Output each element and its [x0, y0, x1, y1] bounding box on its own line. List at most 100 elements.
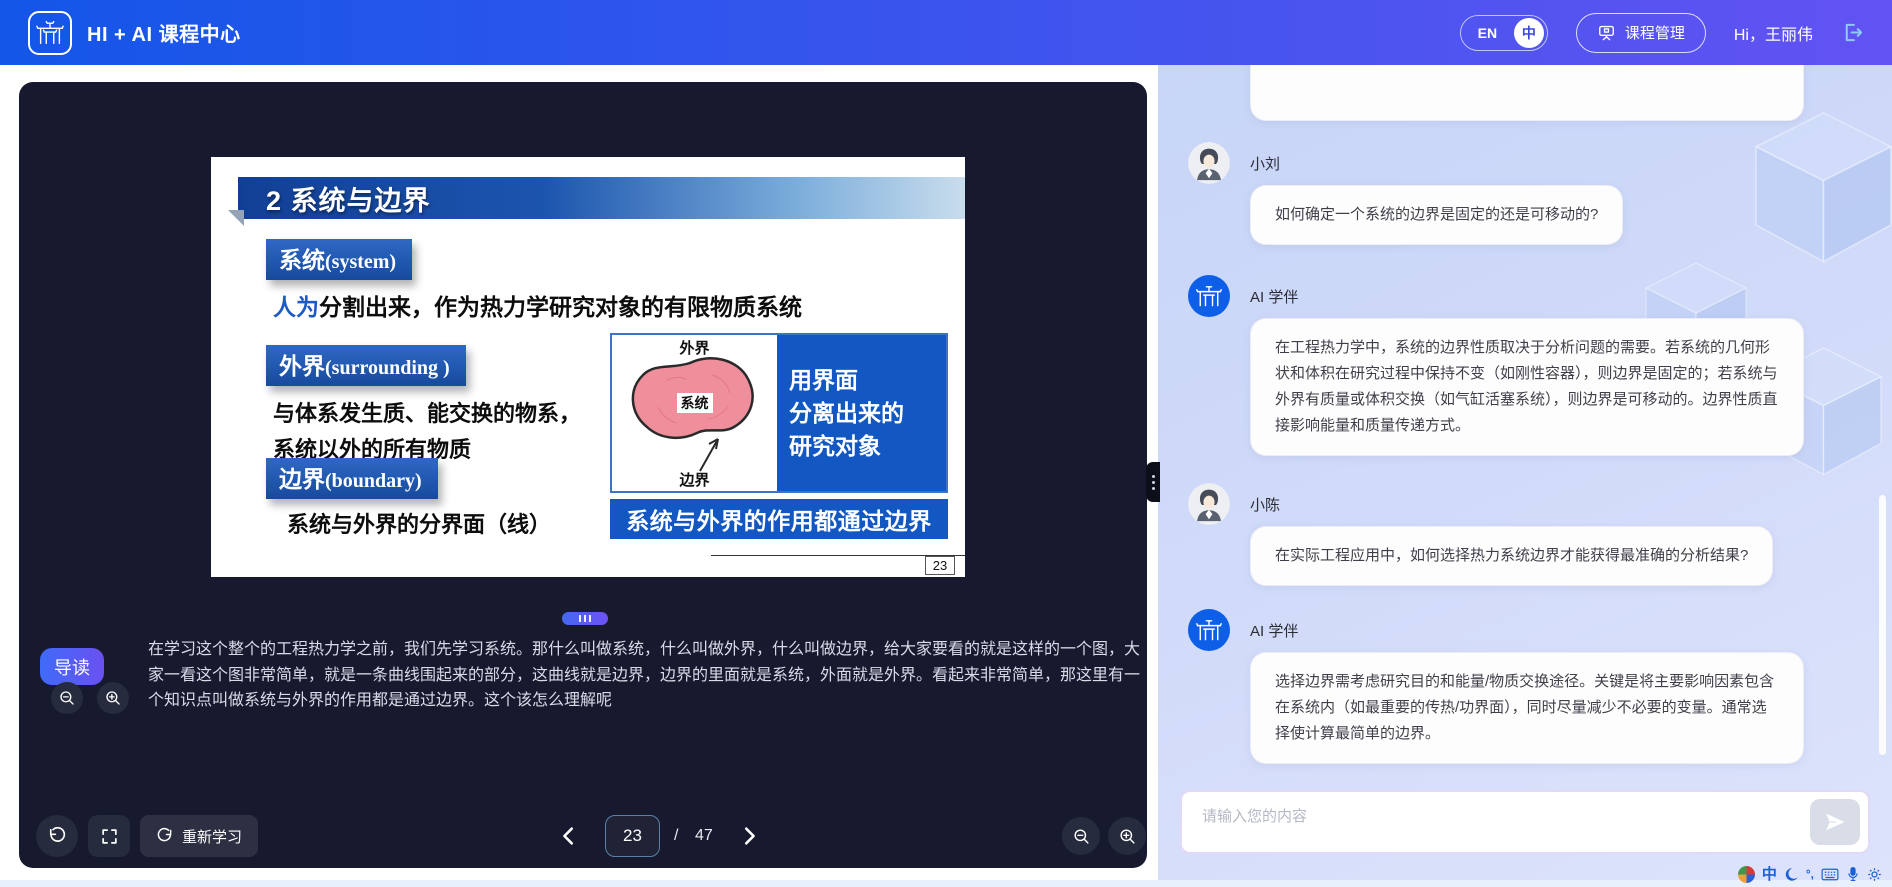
page-separator: /	[674, 827, 678, 845]
author-name: AI 学伴	[1250, 275, 1848, 307]
chat-message: 小刘 如何确定一个系统的边界是固定的还是可移动的?	[1188, 142, 1848, 245]
magnifier-minus-icon	[1072, 827, 1091, 846]
slide-title: 2 系统与边界	[266, 179, 431, 218]
message-bubble: 在实际工程应用中，如何选择热力系统边界才能获得最准确的分析结果?	[1250, 526, 1773, 586]
message-bubble: 在工程热力学中，系统的边界性质取决于分析问题的需要。若系统的几何形状和体积在研究…	[1250, 318, 1804, 456]
term-label-zh: 系统	[279, 241, 325, 275]
message-text: 如何确定一个系统的边界是固定的还是可移动的?	[1275, 206, 1598, 223]
user-avatar	[1188, 483, 1230, 525]
side-panel-line: 分离出来的	[789, 397, 946, 430]
undo-icon	[47, 826, 67, 846]
send-button[interactable]	[1810, 799, 1860, 845]
paper-plane-icon	[1824, 811, 1846, 833]
presentation-board-icon	[1597, 23, 1616, 42]
collapse-handle[interactable]	[1146, 462, 1160, 502]
definition-highlight: 人为	[273, 294, 319, 320]
fullscreen-button[interactable]	[88, 815, 130, 857]
definition-line: 与体系发生质、能交换的物系，	[273, 396, 581, 432]
author-name: AI 学伴	[1250, 609, 1848, 641]
guide-badge: 导读	[40, 648, 104, 685]
page: HI + AI 课程中心 EN 中 课程管理 Hi，王丽伟	[0, 0, 1892, 887]
logout-icon	[1841, 21, 1864, 44]
term-label-zh: 外界	[279, 347, 325, 381]
app-title: HI + AI 课程中心	[87, 18, 241, 47]
language-toggle[interactable]: EN 中	[1460, 15, 1548, 51]
next-page-button[interactable]	[735, 822, 763, 850]
course-manage-label: 课程管理	[1625, 22, 1685, 43]
term-box-surrounding: 外界(surrounding )	[266, 345, 466, 386]
microphone-icon[interactable]	[1846, 866, 1860, 882]
chat-message: AI 学伴 在工程热力学中，系统的边界性质取决于分析问题的需要。若系统的几何形状…	[1188, 275, 1848, 456]
chat-message: 小陈 在实际工程应用中，如何选择热力系统边界才能获得最准确的分析结果?	[1188, 483, 1848, 586]
punctuation-mode-icon[interactable]: °,	[1806, 867, 1814, 881]
diagram-outer-label: 外界	[612, 337, 777, 358]
settings-gear-icon[interactable]	[1867, 867, 1882, 882]
chevron-left-icon	[558, 825, 580, 847]
term-label-en: (boundary)	[325, 470, 422, 493]
system-diagram: 外界 系统 边界 用界面 分离出来的 研究对象	[610, 333, 948, 493]
logout-button[interactable]	[1841, 21, 1864, 44]
guide-zoom-out-button[interactable]	[51, 682, 83, 714]
term-label-en: (surrounding )	[325, 357, 450, 380]
message-bubble: 选择边界需考虑研究目的和能量/物质交换途径。关键是将主要影响因素包含在系统内（如…	[1250, 652, 1804, 764]
term-label-en: (system)	[325, 251, 396, 274]
keyboard-icon[interactable]	[1821, 867, 1839, 882]
term-box-system: 系统(system)	[266, 239, 412, 280]
message-bubble: 如何确定一个系统的边界是固定的还是可移动的?	[1250, 185, 1623, 245]
ai-avatar	[1188, 609, 1230, 651]
person-icon	[1188, 142, 1230, 184]
undo-button[interactable]	[36, 815, 78, 857]
fullscreen-icon	[100, 827, 119, 846]
term-label-zh: 边界	[279, 460, 325, 494]
diagram-side-panel: 用界面 分离出来的 研究对象	[777, 335, 946, 491]
header-bar: HI + AI 课程中心 EN 中 课程管理 Hi，王丽伟	[0, 0, 1892, 65]
user-avatar	[1188, 142, 1230, 184]
ime-toolbar: 中 °,	[1738, 864, 1882, 884]
message-bubble-partial	[1250, 65, 1804, 121]
magnifier-minus-icon	[58, 689, 76, 707]
guide-text: 在学习这个整个的工程热力学之前，我们先学习系统。那什么叫做系统，什么叫做外界，什…	[148, 637, 1146, 714]
chat-input[interactable]	[1188, 792, 1810, 852]
total-pages: 47	[695, 827, 713, 845]
viewer-panel: 2 系统与边界 系统(system) 人为分割出来，作为热力学研究对象的有限物质…	[19, 82, 1147, 868]
system-blob	[612, 335, 777, 491]
ime-language-indicator[interactable]: 中	[1762, 866, 1777, 883]
restart-label: 重新学习	[182, 826, 242, 847]
restart-button[interactable]: 重新学习	[140, 815, 258, 857]
author-name: 小陈	[1250, 483, 1848, 515]
message-text: 在实际工程应用中，如何选择热力系统边界才能获得最准确的分析结果?	[1275, 547, 1748, 564]
user-greeting: Hi，王丽伟	[1734, 21, 1813, 45]
guide-zoom-in-button[interactable]	[97, 682, 129, 714]
page-number-box[interactable]: 23	[605, 815, 660, 857]
definition-system: 人为分割出来，作为热力学研究对象的有限物质系统	[273, 288, 802, 322]
course-manage-button[interactable]: 课程管理	[1576, 13, 1706, 53]
definition-boundary: 系统与外界的分界面（线）	[287, 507, 551, 539]
header-right: EN 中 课程管理 Hi，王丽伟	[1460, 13, 1864, 53]
side-panel-line: 研究对象	[789, 430, 946, 463]
ime-logo-icon[interactable]	[1738, 866, 1755, 883]
guide-handle[interactable]	[562, 612, 608, 625]
magnifier-plus-icon	[104, 689, 122, 707]
chat-message: AI 学伴 选择边界需考虑研究目的和能量/物质交换途径。关键是将主要影响因素包含…	[1188, 609, 1848, 764]
lang-en-option[interactable]: EN	[1461, 25, 1514, 41]
diagram-boundary-label: 边界	[612, 469, 777, 490]
lang-zh-option[interactable]: 中	[1514, 18, 1544, 48]
slide: 2 系统与边界 系统(system) 人为分割出来，作为热力学研究对象的有限物质…	[211, 157, 965, 577]
zoom-out-button[interactable]	[1062, 817, 1100, 855]
slide-page-number: 23	[925, 556, 955, 575]
restart-icon	[156, 827, 174, 845]
app-logo	[28, 11, 72, 55]
definition-rest: 分割出来，作为热力学研究对象的有限物质系统	[319, 294, 802, 320]
message-text: 在工程热力学中，系统的边界性质取决于分析问题的需要。若系统的几何形状和体积在研究…	[1275, 339, 1778, 434]
gate-icon	[1195, 282, 1223, 310]
prev-page-button[interactable]	[555, 822, 583, 850]
gate-icon	[1195, 616, 1223, 644]
side-panel-line: 用界面	[789, 364, 946, 397]
moon-icon[interactable]	[1784, 867, 1799, 882]
author-name: 小刘	[1250, 142, 1848, 174]
gate-icon	[35, 18, 65, 48]
zoom-in-button[interactable]	[1108, 817, 1146, 855]
chat-scrollbar[interactable]	[1879, 495, 1886, 755]
term-box-boundary: 边界(boundary)	[266, 458, 438, 499]
chevron-right-icon	[738, 825, 760, 847]
